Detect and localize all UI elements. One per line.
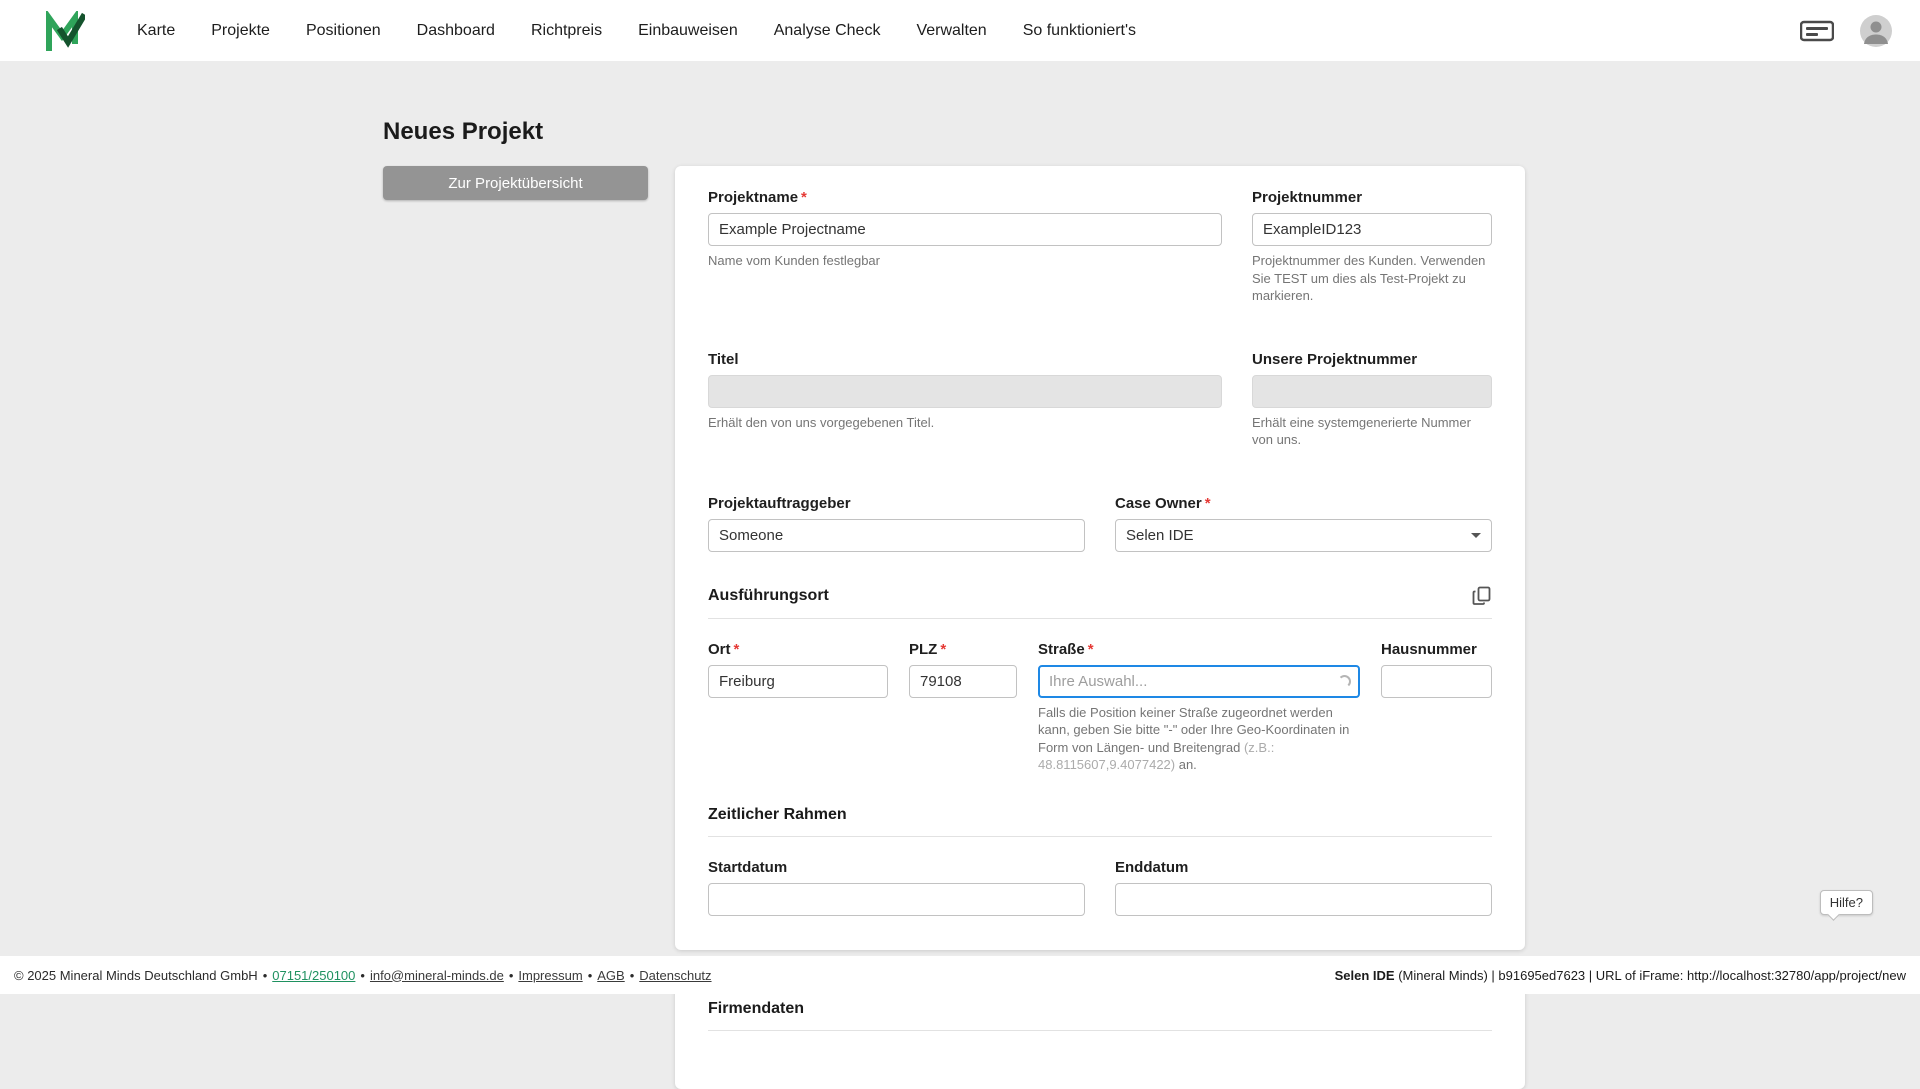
enddatum-input[interactable] bbox=[1115, 883, 1492, 916]
nav-item-dashboard[interactable]: Dashboard bbox=[417, 22, 495, 40]
ort-label: Ort* bbox=[708, 641, 888, 658]
case-owner-label: Case Owner* bbox=[1115, 495, 1492, 512]
project-form-card: Projektname* Name vom Kunden festlegbar … bbox=[675, 166, 1525, 950]
unsere-projektnummer-helper: Erhält eine systemgenerierte Nummer von … bbox=[1252, 414, 1492, 449]
main-nav: Karte Projekte Positionen Dashboard Rich… bbox=[137, 22, 1136, 40]
titel-label: Titel bbox=[708, 351, 1222, 368]
agb-link[interactable]: AGB bbox=[597, 968, 624, 983]
hausnummer-input[interactable] bbox=[1381, 665, 1492, 698]
section-ausfuehrungsort-title: Ausführungsort bbox=[708, 587, 829, 605]
strasse-input[interactable] bbox=[1038, 665, 1360, 698]
section-divider bbox=[708, 618, 1492, 619]
copy-icon[interactable] bbox=[1472, 586, 1492, 606]
session-details: (Mineral Minds) | b91695ed7623 | URL of … bbox=[1395, 968, 1906, 983]
section-divider bbox=[708, 836, 1492, 837]
session-user: Selen IDE bbox=[1335, 968, 1395, 983]
startdatum-label: Startdatum bbox=[708, 859, 1085, 876]
nav-item-projekte[interactable]: Projekte bbox=[211, 22, 270, 40]
plz-input[interactable] bbox=[909, 665, 1017, 698]
nav-item-so-funktionierts[interactable]: So funktioniert's bbox=[1023, 22, 1136, 40]
required-asterisk: * bbox=[734, 641, 740, 658]
projektname-helper: Name vom Kunden festlegbar bbox=[708, 252, 1222, 270]
top-navbar: Karte Projekte Positionen Dashboard Rich… bbox=[0, 0, 1920, 61]
projektnummer-helper: Projektnummer des Kunden. Verwenden Sie … bbox=[1252, 252, 1492, 305]
unsere-projektnummer-label: Unsere Projektnummer bbox=[1252, 351, 1492, 368]
projektnummer-label: Projektnummer bbox=[1252, 189, 1492, 206]
nav-item-positionen[interactable]: Positionen bbox=[306, 22, 381, 40]
nav-item-karte[interactable]: Karte bbox=[137, 22, 175, 40]
titel-input bbox=[708, 375, 1222, 408]
startdatum-input[interactable] bbox=[708, 883, 1085, 916]
datenschutz-link[interactable]: Datenschutz bbox=[639, 968, 711, 983]
footer-session-info: Selen IDE (Mineral Minds) | b91695ed7623… bbox=[1335, 968, 1906, 983]
projektnummer-input[interactable] bbox=[1252, 213, 1492, 246]
nav-item-verwalten[interactable]: Verwalten bbox=[916, 22, 986, 40]
section-zeitlicher-rahmen-title: Zeitlicher Rahmen bbox=[708, 806, 847, 824]
plz-label: PLZ* bbox=[909, 641, 1017, 658]
titel-helper: Erhält den von uns vorgegebenen Titel. bbox=[708, 414, 1222, 432]
projektauftraggeber-input[interactable] bbox=[708, 519, 1085, 552]
email-link[interactable]: info@mineral-minds.de bbox=[370, 968, 504, 983]
app-logo[interactable] bbox=[45, 11, 85, 51]
help-button[interactable]: Hilfe? bbox=[1820, 890, 1873, 915]
enddatum-label: Enddatum bbox=[1115, 859, 1492, 876]
chevron-down-icon bbox=[1471, 533, 1481, 538]
required-asterisk: * bbox=[1088, 641, 1094, 658]
navbar-actions bbox=[1800, 15, 1892, 47]
devices-icon[interactable] bbox=[1800, 19, 1834, 43]
unsere-projektnummer-input bbox=[1252, 375, 1492, 408]
impressum-link[interactable]: Impressum bbox=[518, 968, 582, 983]
footer-copyright: © 2025 Mineral Minds Deutschland GmbH bbox=[14, 968, 258, 983]
footer: © 2025 Mineral Minds Deutschland GmbH • … bbox=[0, 956, 1920, 994]
projektname-label: Projektname* bbox=[708, 189, 1222, 206]
loading-spinner-icon bbox=[1338, 675, 1351, 688]
case-owner-select[interactable]: Selen IDE bbox=[1115, 519, 1492, 552]
nav-item-analyse-check[interactable]: Analyse Check bbox=[774, 22, 881, 40]
main-content: Neues Projekt Zur Projektübersicht Proje… bbox=[0, 118, 1920, 1089]
projektname-input[interactable] bbox=[708, 213, 1222, 246]
required-asterisk: * bbox=[1205, 495, 1211, 512]
phone-link[interactable]: 07151/250100 bbox=[272, 968, 355, 983]
strasse-label: Straße* bbox=[1038, 641, 1360, 658]
section-divider bbox=[708, 1030, 1492, 1031]
section-firmendaten-title: Firmendaten bbox=[708, 1000, 804, 1018]
case-owner-value: Selen IDE bbox=[1126, 527, 1194, 544]
nav-item-einbauweisen[interactable]: Einbauweisen bbox=[638, 22, 738, 40]
strasse-helper: Falls die Position keiner Straße zugeord… bbox=[1038, 704, 1360, 774]
page-title: Neues Projekt bbox=[383, 118, 1920, 146]
hausnummer-label: Hausnummer bbox=[1381, 641, 1492, 658]
projektauftraggeber-label: Projektauftraggeber bbox=[708, 495, 1085, 512]
footer-links: © 2025 Mineral Minds Deutschland GmbH • … bbox=[14, 968, 712, 983]
back-to-overview-button[interactable]: Zur Projektübersicht bbox=[383, 166, 648, 200]
nav-item-richtpreis[interactable]: Richtpreis bbox=[531, 22, 602, 40]
user-avatar[interactable] bbox=[1860, 15, 1892, 47]
required-asterisk: * bbox=[801, 189, 807, 206]
required-asterisk: * bbox=[940, 641, 946, 658]
ort-input[interactable] bbox=[708, 665, 888, 698]
